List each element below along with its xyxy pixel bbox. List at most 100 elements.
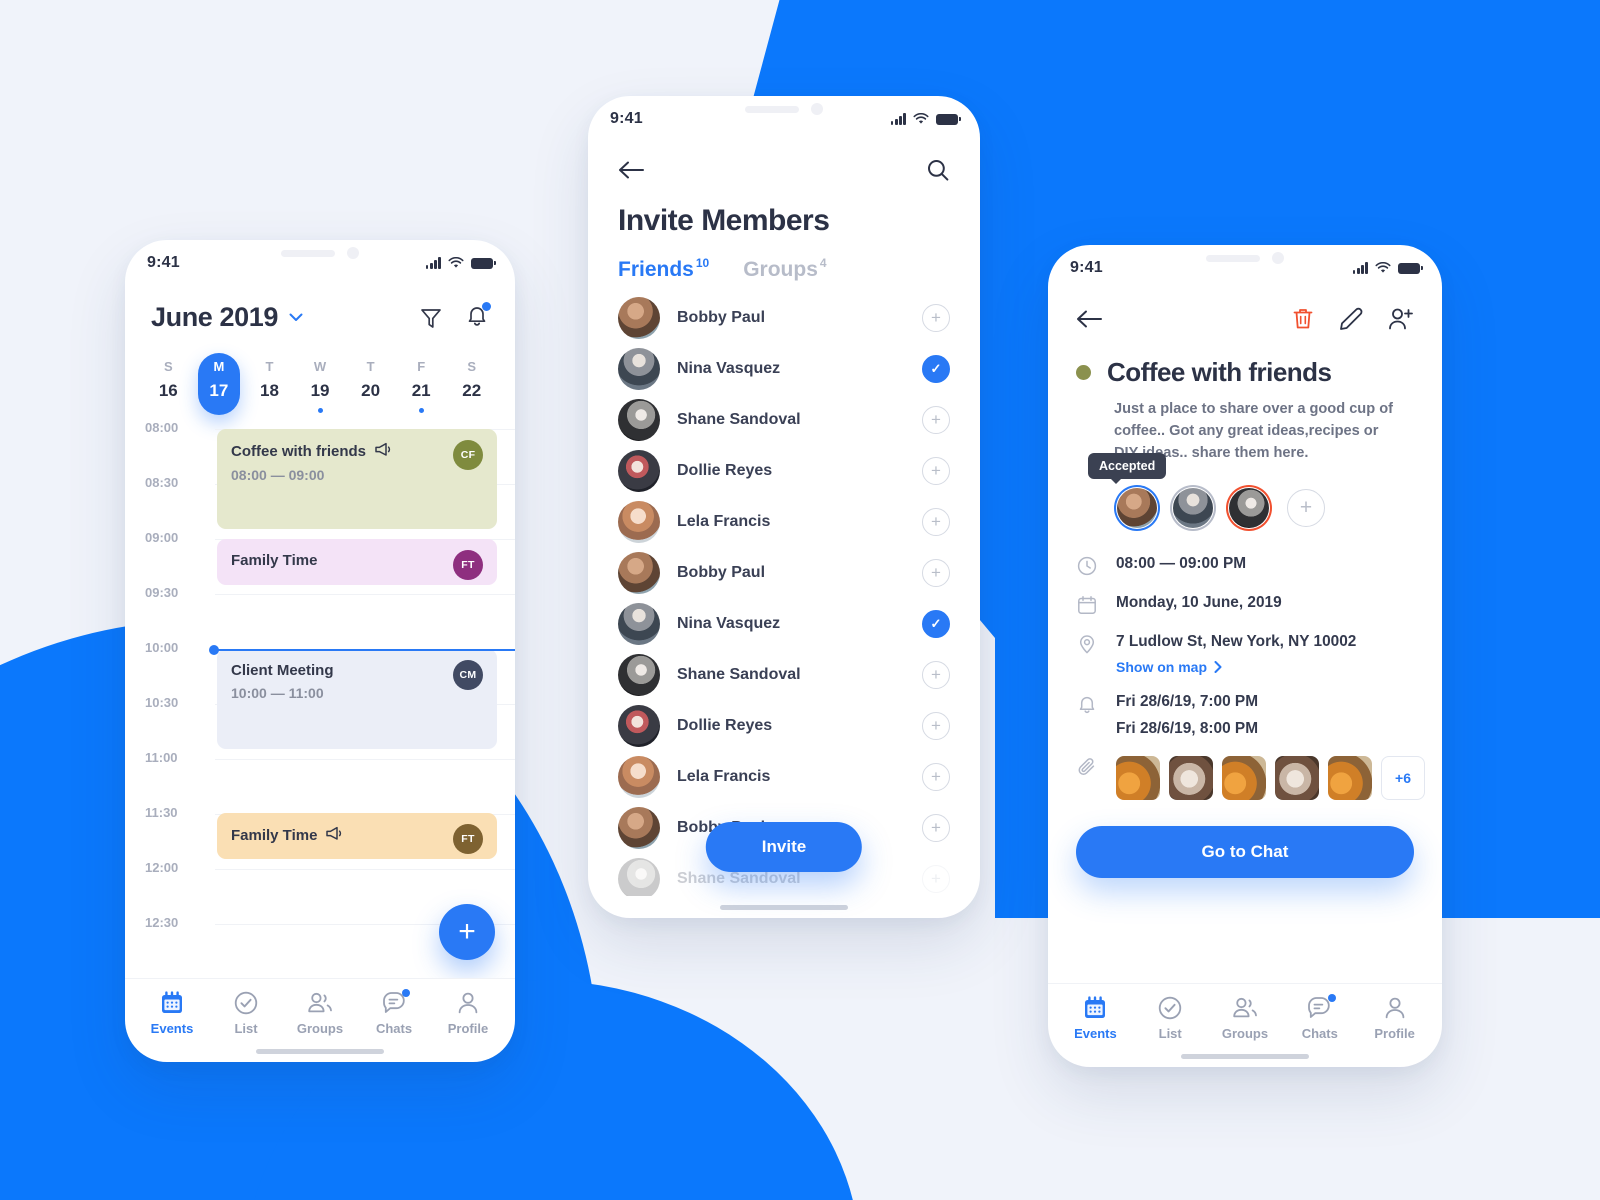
member-row[interactable]: Lela Francis +: [588, 751, 980, 802]
go-to-chat-button[interactable]: Go to Chat: [1076, 825, 1414, 878]
week-day-19[interactable]: W 19: [295, 353, 346, 417]
week-day-strip[interactable]: S 16 M 17 T 18 W 19 T 20 F 21 S 22: [125, 343, 515, 421]
member-list[interactable]: Bobby Paul + Nina Vasquez ✓ Shane Sandov…: [588, 288, 980, 896]
add-member-icon[interactable]: +: [922, 456, 950, 485]
attachment-thumbnails[interactable]: +6: [1116, 755, 1425, 800]
selected-check-icon[interactable]: ✓: [922, 609, 950, 638]
pencil-icon[interactable]: [1339, 307, 1363, 331]
chat-badge-dot: [402, 989, 411, 997]
time-slot-label: 08:30: [145, 475, 179, 490]
attendee-avatar[interactable]: [1170, 485, 1216, 531]
bottom-tabbar-detail[interactable]: Events List Groups Chats Profile: [1048, 983, 1442, 1045]
battery-icon: [471, 257, 496, 269]
add-member-icon[interactable]: +: [922, 405, 950, 434]
show-on-map-link[interactable]: Show on map: [1116, 659, 1356, 675]
attachment-thumbnail[interactable]: [1116, 755, 1160, 800]
attendee-avatars[interactable]: +: [1114, 471, 1414, 531]
notification-badge: [482, 302, 491, 311]
week-day-20[interactable]: T 20: [345, 353, 396, 417]
add-member-icon[interactable]: +: [922, 303, 950, 332]
bottom-tabbar-calendar[interactable]: Events List Groups Chats Profile: [125, 978, 515, 1040]
selected-check-icon[interactable]: ✓: [922, 354, 950, 383]
member-row[interactable]: Nina Vasquez ✓: [588, 343, 980, 394]
event-card-avatar: FT: [453, 550, 483, 580]
tab-list[interactable]: List: [1133, 995, 1208, 1041]
member-row[interactable]: Shane Sandoval +: [588, 649, 980, 700]
add-member-icon[interactable]: +: [922, 711, 950, 740]
invite-toolbar: [588, 142, 980, 188]
attendee-avatar[interactable]: [1226, 485, 1272, 531]
calendar-event-card[interactable]: Coffee with friends 08:00 — 09:00 CF: [217, 429, 497, 529]
day-number: 16: [158, 381, 178, 400]
week-day-21[interactable]: F 21: [396, 353, 447, 417]
attendee-avatar[interactable]: [1114, 485, 1160, 531]
chevron-down-icon[interactable]: [289, 313, 303, 322]
add-event-fab[interactable]: +: [439, 904, 495, 960]
invite-tabs[interactable]: Friends 10 Groups 4: [588, 238, 980, 288]
day-event-dot: [317, 408, 323, 413]
invite-button[interactable]: Invite: [705, 822, 863, 872]
add-member-icon[interactable]: +: [922, 813, 950, 842]
month-selector[interactable]: June 2019: [151, 302, 303, 333]
add-member-icon[interactable]: +: [922, 507, 950, 536]
member-name: Shane Sandoval: [677, 869, 801, 887]
week-day-22[interactable]: S 22: [446, 353, 497, 417]
tab-chats[interactable]: Chats: [357, 989, 431, 1036]
add-member-icon[interactable]: +: [922, 762, 950, 791]
week-day-18[interactable]: T 18: [244, 353, 295, 417]
back-arrow-icon[interactable]: [1076, 310, 1102, 328]
tab-groups[interactable]: Groups: [1208, 995, 1283, 1041]
day-number: 18: [259, 381, 279, 400]
status-time: 9:41: [1070, 259, 1103, 276]
tab-groups[interactable]: Groups: [283, 990, 357, 1036]
attachment-thumbnail[interactable]: [1222, 755, 1266, 800]
calendar-event-card[interactable]: Family Time FT: [217, 813, 497, 859]
calendar-event-card[interactable]: Family Time FT: [217, 539, 497, 585]
member-name: Lela Francis: [677, 767, 771, 785]
member-row[interactable]: Dollie Reyes +: [588, 700, 980, 751]
calendar-icon: [159, 990, 185, 1016]
notifications-button[interactable]: [465, 302, 491, 332]
time-slot-line: [215, 594, 515, 595]
calendar-event-card[interactable]: Client Meeting 10:00 — 11:00 CM: [217, 649, 497, 749]
show-on-map-label: Show on map: [1116, 658, 1207, 675]
time-slot-label: 09:00: [145, 530, 179, 545]
agenda-timeline[interactable]: 08:00 08:30 09:00 09:30 10:00 10:30 11:0…: [125, 421, 515, 978]
search-icon[interactable]: [926, 158, 950, 182]
tab-list[interactable]: List: [209, 990, 283, 1036]
add-member-icon[interactable]: +: [922, 558, 950, 587]
add-person-icon[interactable]: [1388, 307, 1414, 331]
week-day-17[interactable]: M 17: [194, 353, 245, 417]
add-member-icon[interactable]: +: [922, 660, 950, 689]
calendar-icon: [1082, 995, 1108, 1021]
member-row[interactable]: Shane Sandoval +: [588, 394, 980, 445]
event-location: 7 Ludlow St, New York, NY 10002: [1116, 632, 1357, 650]
member-row[interactable]: Lela Francis +: [588, 496, 980, 547]
trash-icon[interactable]: [1292, 307, 1314, 331]
home-indicator: [1048, 1045, 1442, 1067]
day-event-dot: [267, 408, 272, 413]
avatar: [1117, 487, 1157, 528]
more-attachments-badge[interactable]: +6: [1381, 755, 1425, 800]
tab-friends[interactable]: Friends 10: [618, 256, 709, 282]
member-row[interactable]: Bobby Paul +: [588, 292, 980, 343]
tab-groups[interactable]: Groups 4: [743, 256, 826, 282]
week-day-16[interactable]: S 16: [143, 353, 194, 417]
member-row[interactable]: Nina Vasquez ✓: [588, 598, 980, 649]
chat-badge-dot: [1328, 994, 1337, 1002]
attachment-thumbnail[interactable]: [1275, 755, 1319, 800]
back-arrow-icon[interactable]: [618, 161, 644, 179]
tab-events[interactable]: Events: [1058, 995, 1133, 1041]
tab-events[interactable]: Events: [135, 990, 209, 1036]
battery-icon: [1398, 262, 1423, 274]
tab-chats[interactable]: Chats: [1282, 994, 1357, 1041]
add-member-icon[interactable]: +: [922, 864, 950, 893]
member-row[interactable]: Dollie Reyes +: [588, 445, 980, 496]
tab-profile[interactable]: Profile: [1357, 995, 1432, 1041]
filter-icon[interactable]: [419, 306, 443, 330]
attachment-thumbnail[interactable]: [1169, 755, 1213, 800]
tab-profile[interactable]: Profile: [431, 990, 505, 1036]
attachment-thumbnail[interactable]: [1328, 755, 1372, 800]
member-row[interactable]: Bobby Paul +: [588, 547, 980, 598]
add-attendee-button[interactable]: +: [1287, 488, 1325, 527]
